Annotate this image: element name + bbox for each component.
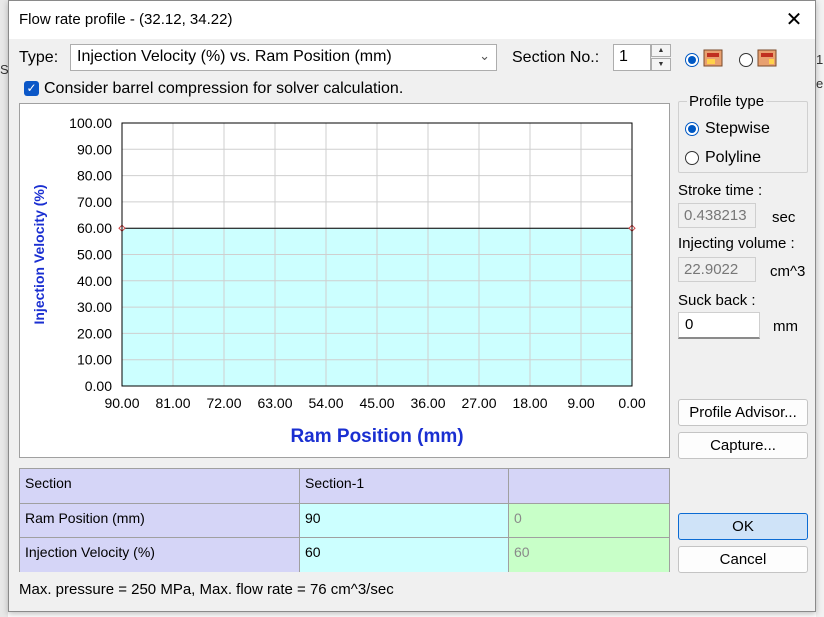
injecting-volume-field: 22.9022 — [678, 257, 756, 282]
table-header-empty — [509, 469, 670, 504]
profile-type-group: Profile type Stepwise Polyline — [678, 93, 808, 173]
x-tick-label: 81.00 — [155, 395, 190, 411]
y-axis-title: Injection Velocity (%) — [31, 184, 47, 324]
window-title: Flow rate profile - (32.12, 34.22) — [19, 11, 233, 28]
x-tick-label: 54.00 — [308, 395, 343, 411]
x-tick-label: 0.00 — [618, 395, 645, 411]
y-tick-label: 20.00 — [77, 325, 112, 341]
y-tick-label: 90.00 — [77, 141, 112, 157]
x-tick-label: 45.00 — [359, 395, 394, 411]
title-bar: Flow rate profile - (32.12, 34.22) ✕ — [9, 1, 815, 39]
y-tick-label: 0.00 — [85, 378, 112, 394]
suck-back-input[interactable]: 0 — [678, 312, 760, 339]
y-tick-label: 60.00 — [77, 220, 112, 236]
ram-position-next-cell[interactable]: 0 — [509, 504, 670, 538]
x-tick-label: 27.00 — [461, 395, 496, 411]
mold-icon — [757, 49, 777, 67]
mode-radio-2[interactable] — [739, 53, 753, 67]
y-tick-label: 80.00 — [77, 168, 112, 184]
barrel-compression-checkbox[interactable]: ✓ — [24, 81, 39, 96]
profile-advisor-button[interactable]: Profile Advisor... — [678, 399, 808, 426]
suck-back-unit: mm — [773, 318, 798, 335]
chart-svg: 100.00 90.00 80.00 70.00 60.00 50.00 40.00 30.0… — [31, 115, 646, 447]
stepwise-radio[interactable] — [685, 122, 699, 136]
background-text-fragment: el — [816, 76, 824, 91]
capture-button[interactable]: Capture... — [678, 432, 808, 459]
mode-radio-1[interactable] — [685, 53, 699, 67]
y-tick-label: 100.00 — [69, 115, 112, 131]
spin-up-icon[interactable]: ▲ — [651, 44, 671, 57]
chevron-down-icon: ⌄ — [479, 48, 490, 63]
polyline-label: Polyline — [705, 149, 762, 166]
row-label-injection-velocity: Injection Velocity (%) — [20, 538, 300, 572]
section-table: Section Section-1 Ram Position (mm) 90 0… — [19, 468, 670, 572]
profile-type-legend: Profile type — [687, 93, 767, 110]
flow-rate-profile-dialog: Flow rate profile - (32.12, 34.22) ✕ Typ… — [8, 0, 816, 612]
x-tick-label: 36.00 — [410, 395, 445, 411]
background-text-fragment: 1 — [816, 52, 824, 67]
ok-button[interactable]: OK — [678, 513, 808, 540]
barrel-compression-label: Consider barrel compression for solver c… — [44, 80, 404, 97]
x-axis-title: Ram Position (mm) — [290, 426, 463, 447]
mold-icon — [703, 49, 723, 67]
y-tick-label: 30.00 — [77, 299, 112, 315]
stroke-time-label: Stroke time : — [678, 182, 763, 199]
injecting-volume-label: Injecting volume : — [678, 235, 795, 252]
stroke-time-field: 0.438213 — [678, 203, 756, 228]
table-header-section: Section — [20, 469, 300, 504]
type-label: Type: — [19, 49, 59, 66]
cancel-button[interactable]: Cancel — [678, 546, 808, 573]
x-tick-label: 9.00 — [567, 395, 594, 411]
background-window-edge-right — [816, 0, 824, 617]
suck-back-label: Suck back : — [678, 292, 756, 309]
type-select-value: Injection Velocity (%) vs. Ram Position … — [77, 48, 392, 65]
injection-velocity-next-cell[interactable]: 60 — [509, 538, 670, 572]
section-no-label: Section No.: — [512, 49, 600, 66]
status-footer: Max. pressure = 250 MPa, Max. flow rate … — [19, 581, 394, 598]
section-no-input[interactable]: 1 — [613, 44, 651, 71]
y-tick-label: 70.00 — [77, 194, 112, 210]
polyline-radio[interactable] — [685, 151, 699, 165]
x-tick-label: 90.00 — [104, 395, 139, 411]
close-icon[interactable]: ✕ — [779, 5, 809, 35]
row-label-ram-position: Ram Position (mm) — [20, 504, 300, 538]
ram-position-cell[interactable]: 90 — [300, 504, 509, 538]
x-tick-label: 63.00 — [257, 395, 292, 411]
y-tick-label: 40.00 — [77, 273, 112, 289]
spin-down-icon[interactable]: ▼ — [651, 58, 671, 71]
injecting-volume-unit: cm^3 — [770, 263, 806, 280]
background-window-edge-left — [0, 0, 8, 617]
flow-rate-chart[interactable]: 100.00 90.00 80.00 70.00 60.00 50.00 40.00 30.0… — [19, 103, 670, 458]
y-tick-label: 10.00 — [77, 352, 112, 368]
table-header-section-1: Section-1 — [300, 469, 509, 504]
stepwise-label: Stepwise — [705, 120, 770, 137]
y-tick-label: 50.00 — [77, 247, 112, 263]
stroke-time-unit: sec — [772, 209, 796, 226]
x-tick-label: 72.00 — [206, 395, 241, 411]
x-tick-label: 18.00 — [512, 395, 547, 411]
injection-velocity-cell[interactable]: 60 — [300, 538, 509, 572]
type-select[interactable]: Injection Velocity (%) vs. Ram Position … — [70, 44, 497, 71]
